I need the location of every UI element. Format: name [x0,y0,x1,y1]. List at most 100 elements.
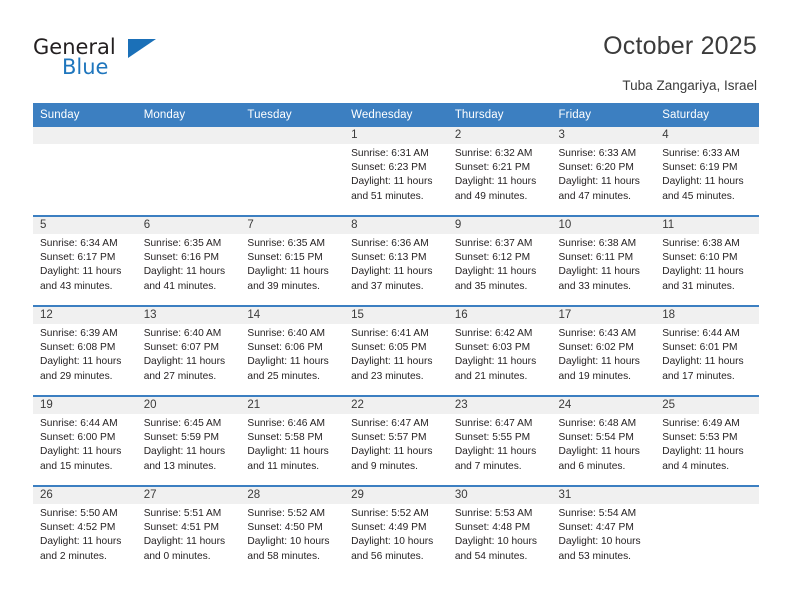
daylight-text-line1: Daylight: 11 hours [351,266,433,278]
day-details: Sunrise: 6:43 AM Sunset: 6:02 PM Daylight:… [552,324,656,384]
sunset-text: Sunset: 6:17 PM [40,252,116,264]
sunrise-text: Sunrise: 6:46 AM [247,418,325,429]
sunrise-text: Sunrise: 6:42 AM [454,328,533,339]
calendar-day-cell[interactable]: 4 Sunrise: 6:33 AM Sunset: 6:19 PM Daylight… [655,127,759,215]
sunset-text: Sunset: 6:05 PM [351,342,427,354]
calendar-day-cell[interactable]: 10 Sunrise: 6:38 AM Sunset: 6:11 PM Dayligh… [551,217,656,305]
sunrise-text: Sunrise: 6:47 AM [454,418,533,429]
calendar-day-cell[interactable]: 12 Sunrise: 6:39 AM Sunset: 6:08 PM Dayligh… [33,307,137,395]
daylight-text-line2: and 21 minutes. [454,370,528,382]
sunrise-text: Sunrise: 6:31 AM [351,148,429,159]
sunrise-text: Sunrise: 5:52 AM [247,508,325,519]
day-details: Sunrise: 6:42 AM Sunset: 6:03 PM Daylight:… [448,324,552,384]
day-number: 17 [551,307,656,324]
calendar-day-cell[interactable]: 5 Sunrise: 6:34 AM Sunset: 6:17 PM Daylight… [33,217,137,305]
sunset-text: Sunset: 6:16 PM [143,252,220,264]
calendar-day-cell[interactable]: 9 Sunrise: 6:37 AM Sunset: 6:12 PM Daylight… [447,217,552,305]
day-details: Sunrise: 6:48 AM Sunset: 5:54 PM Daylight:… [552,414,656,474]
calendar-day-cell[interactable]: 14 Sunrise: 6:40 AM Sunset: 6:06 PM Dayligh… [240,307,345,395]
brand-logo[interactable]: General Blue [33,36,183,86]
day-number: 12 [33,307,137,324]
day-number: 11 [655,217,759,234]
sunset-text: Sunset: 6:02 PM [558,342,634,354]
sunrise-text: Sunrise: 5:53 AM [454,508,533,519]
calendar-day-cell[interactable]: 22 Sunrise: 6:47 AM Sunset: 5:57 PM Dayligh… [344,397,448,485]
day-number: 19 [33,397,137,414]
calendar-week-row: 5 Sunrise: 6:34 AM Sunset: 6:17 PM Daylight… [33,215,759,306]
calendar-day-cell[interactable]: 29 Sunrise: 5:52 AM Sunset: 4:49 PM Dayligh… [344,487,448,575]
calendar-day-cell[interactable]: 19 Sunrise: 6:44 AM Sunset: 6:00 PM Dayligh… [33,397,137,485]
calendar-day-cell[interactable]: 15 Sunrise: 6:41 AM Sunset: 6:05 PM Dayligh… [344,307,448,395]
calendar-day-cell[interactable]: 17 Sunrise: 6:43 AM Sunset: 6:02 PM Dayligh… [551,307,656,395]
day-number: 13 [136,307,241,324]
sunrise-text: Sunrise: 6:39 AM [40,328,118,339]
calendar-page: General Blue October 2025 Tuba Zangariya… [0,0,792,612]
calendar-day-cell[interactable]: 11 Sunrise: 6:38 AM Sunset: 6:10 PM Dayligh… [655,217,759,305]
calendar-day-cell[interactable]: 23 Sunrise: 6:47 AM Sunset: 5:55 PM Dayligh… [447,397,552,485]
page-title: October 2025 [603,32,757,60]
daylight-text-line2: and 58 minutes. [247,550,320,562]
calendar-day-cell[interactable]: 16 Sunrise: 6:42 AM Sunset: 6:03 PM Dayligh… [447,307,552,395]
calendar-day-cell[interactable]: 8 Sunrise: 6:36 AM Sunset: 6:13 PM Daylight… [344,217,448,305]
day-details: Sunrise: 6:49 AM Sunset: 5:53 PM Daylight:… [655,414,759,474]
sunrise-text: Sunrise: 5:52 AM [351,508,429,519]
day-number: 16 [447,307,552,324]
sunset-text: Sunset: 6:08 PM [40,342,116,354]
daylight-text-line2: and 27 minutes. [143,370,217,382]
sunset-text: Sunset: 4:49 PM [351,522,427,534]
calendar-day-cell[interactable]: 25 Sunrise: 6:49 AM Sunset: 5:53 PM Dayligh… [655,397,759,485]
calendar-day-cell[interactable]: 27 Sunrise: 5:51 AM Sunset: 4:51 PM Dayligh… [136,487,241,575]
sunrise-text: Sunrise: 6:37 AM [454,238,533,249]
daylight-text-line1: Daylight: 11 hours [247,356,329,368]
day-number [240,127,345,144]
sunrise-text: Sunrise: 6:40 AM [143,328,222,339]
calendar-day-cell[interactable]: 1 Sunrise: 6:31 AM Sunset: 6:23 PM Daylight… [344,127,448,215]
calendar-day-cell[interactable]: 24 Sunrise: 6:48 AM Sunset: 5:54 PM Dayligh… [551,397,656,485]
calendar-day-cell[interactable]: 31 Sunrise: 5:54 AM Sunset: 4:47 PM Dayligh… [551,487,656,575]
day-details: Sunrise: 6:40 AM Sunset: 6:07 PM Daylight:… [137,324,241,384]
sunrise-text: Sunrise: 6:47 AM [351,418,429,429]
day-details: Sunrise: 6:33 AM Sunset: 6:20 PM Daylight:… [552,144,656,204]
sunset-text: Sunset: 4:52 PM [40,522,116,534]
calendar-day-cell[interactable]: 28 Sunrise: 5:52 AM Sunset: 4:50 PM Dayligh… [240,487,345,575]
sunrise-text: Sunrise: 5:51 AM [143,508,222,519]
day-number: 21 [240,397,345,414]
daylight-text-line2: and 0 minutes. [143,550,211,562]
sunrise-text: Sunrise: 6:48 AM [558,418,637,429]
calendar-day-cell[interactable]: 3 Sunrise: 6:33 AM Sunset: 6:20 PM Daylight… [551,127,656,215]
sunset-text: Sunset: 6:21 PM [454,162,531,174]
daylight-text-line2: and 6 minutes. [558,460,626,472]
daylight-text-line1: Daylight: 11 hours [662,176,744,188]
calendar-day-cell[interactable]: 20 Sunrise: 6:45 AM Sunset: 5:59 PM Dayligh… [136,397,241,485]
daylight-text-line2: and 13 minutes. [143,460,217,472]
day-details: Sunrise: 6:32 AM Sunset: 6:21 PM Daylight:… [448,144,552,204]
calendar-day-cell[interactable]: 21 Sunrise: 6:46 AM Sunset: 5:58 PM Dayligh… [240,397,345,485]
calendar-header-row: Sunday Monday Tuesday Wednesday Thursday Frid… [33,103,759,127]
calendar-day-cell[interactable]: 7 Sunrise: 6:35 AM Sunset: 6:15 PM Daylight… [240,217,345,305]
calendar-day-cell-empty [655,487,759,575]
calendar-day-cell[interactable]: 13 Sunrise: 6:40 AM Sunset: 6:07 PM Dayligh… [136,307,241,395]
sunrise-text: Sunrise: 6:41 AM [351,328,429,339]
day-details: Sunrise: 5:50 AM Sunset: 4:52 PM Daylight:… [33,504,137,564]
day-details: Sunrise: 6:34 AM Sunset: 6:17 PM Daylight:… [33,234,137,294]
daylight-text-line1: Daylight: 11 hours [351,356,433,368]
calendar-day-cell[interactable]: 30 Sunrise: 5:53 AM Sunset: 4:48 PM Dayligh… [447,487,552,575]
calendar-day-cell[interactable]: 26 Sunrise: 5:50 AM Sunset: 4:52 PM Dayligh… [33,487,137,575]
calendar-day-cell[interactable]: 18 Sunrise: 6:44 AM Sunset: 6:01 PM Dayligh… [655,307,759,395]
day-details: Sunrise: 6:44 AM Sunset: 6:01 PM Daylight:… [655,324,759,384]
day-number: 22 [344,397,448,414]
calendar-day-cell-empty [136,127,241,215]
sunset-text: Sunset: 6:11 PM [558,252,634,264]
day-number: 31 [551,487,656,504]
day-number: 14 [240,307,345,324]
day-details: Sunrise: 6:31 AM Sunset: 6:23 PM Daylight:… [344,144,448,204]
daylight-text-line2: and 7 minutes. [454,460,522,472]
day-details [240,144,344,147]
calendar-day-cell[interactable]: 6 Sunrise: 6:35 AM Sunset: 6:16 PM Daylight… [136,217,241,305]
daylight-text-line1: Daylight: 10 hours [351,536,434,548]
day-number [33,127,137,144]
daylight-text-line2: and 15 minutes. [40,460,113,472]
daylight-text-line2: and 2 minutes. [40,550,107,562]
calendar-week-row: 1 Sunrise: 6:31 AM Sunset: 6:23 PM Daylight… [33,127,759,216]
calendar-day-cell[interactable]: 2 Sunrise: 6:32 AM Sunset: 6:21 PM Daylight… [447,127,552,215]
